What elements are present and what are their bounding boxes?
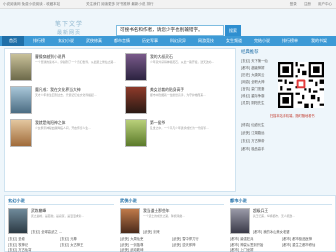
site-tip: 小说阅读网 免费小说阅读 - 收藏本站	[3, 2, 61, 6]
featured-more	[10, 153, 232, 189]
list-item[interactable]: [武侠] 逆天邪神	[172, 242, 224, 247]
list-item[interactable]: [都市] 最强狂兵	[230, 236, 282, 241]
nav-lishi[interactable]: 历史军事	[137, 36, 163, 46]
side-item[interactable]: [武侠] 江湖路远	[241, 130, 331, 135]
section-divider	[120, 204, 224, 205]
book-desc: 乱世之中，一个平凡少年逐步成长为一代侯爷…	[150, 126, 209, 130]
nav-dushi[interactable]: 都市言情	[109, 36, 135, 46]
side-item[interactable]: [科幻] 星际争霸	[241, 93, 275, 98]
nav-rank[interactable]: 排行榜	[27, 36, 51, 46]
list-item[interactable]: [玄幻] 圣墟	[8, 236, 60, 241]
login-link[interactable]: 登录	[290, 2, 297, 6]
section-divider	[8, 204, 114, 205]
nav-kehuan[interactable]: 科幻灵异	[165, 36, 191, 46]
site-logo[interactable]: 笔下文学 最新网页	[50, 19, 88, 37]
list-item[interactable]: [武侠] 武动乾坤	[120, 247, 172, 252]
main-nav: 首页 排行榜 玄幻小说 武侠修真 都市言情 历史军事 科幻灵异 网游竞技 女生频…	[0, 36, 336, 46]
side-item[interactable]: [网游] 全职大神	[241, 79, 275, 84]
list-item[interactable]: [都市] 上门龙婿	[230, 247, 282, 252]
book-cover[interactable]	[8, 208, 28, 234]
book-desc: 武之巅峰，是孤独，是寂寞，是漫漫求索…	[31, 214, 85, 218]
list-item[interactable]: [玄幻] 万古仙穹	[8, 247, 60, 252]
nav-xuanhuan[interactable]: 玄幻小说	[53, 36, 79, 46]
book-cover[interactable]	[10, 53, 32, 81]
side-title: 经典推荐	[241, 50, 259, 55]
top-links: 登录 注册 用户中心	[284, 2, 332, 7]
side-item[interactable]: [言情] 豪门宠妻	[241, 86, 275, 91]
side-item[interactable]: [玄幻] 万古神帝	[241, 138, 331, 143]
qr-caption: 扫描本站手机端，随时随地看书	[270, 114, 315, 118]
book-desc: 兵王归来，纵横都市，无人能敌…	[253, 214, 295, 218]
side-item[interactable]: [灵异] 阴阳先生	[241, 100, 275, 105]
book-desc: 一个普通的读书人，穿越到了一个奇幻世界，从此踏上修仙之路…	[35, 60, 117, 64]
qr-code-icon	[278, 62, 324, 108]
top-bar: 小说阅读网 免费小说阅读 - 收藏本站 关注我们 阅读更多 好书推荐 最新小说 …	[0, 0, 336, 9]
book-cover[interactable]	[125, 86, 147, 114]
list-item[interactable]: [玄幻] 太古神王	[60, 242, 112, 247]
section-divider	[230, 204, 332, 205]
header: 笔下文学 最新网页 可搜书名和作者，请您少字也别输错字。 搜索	[0, 9, 336, 37]
list-item[interactable]: [武侠] 大周仙吏	[120, 236, 172, 241]
nav-paihang[interactable]: 排行榜单	[277, 36, 303, 46]
book-cover[interactable]	[125, 119, 147, 147]
nav-wanjie[interactable]: 完结小说	[249, 36, 275, 46]
nav-home[interactable]: 首页	[2, 36, 24, 46]
nav-wuxia[interactable]: 武侠修真	[81, 36, 107, 46]
search-input[interactable]: 可搜书名和作者，请您少字也别输错字。	[116, 25, 224, 36]
list-item[interactable]: [都市] 都市极品医神	[282, 236, 334, 241]
book-desc: 都市中隐藏着一位绝世高手，为守护她而来…	[150, 93, 206, 97]
list-item[interactable]: [武侠] 剑来	[143, 229, 223, 234]
nav-nvsheng[interactable]: 女生频道	[221, 36, 247, 46]
book-cover[interactable]	[120, 208, 140, 234]
side-item[interactable]: [都市] 极品高手	[241, 146, 331, 151]
book-desc: 少女携带神秘血脉降临人间，开启传奇人生…	[35, 126, 91, 130]
search-button[interactable]: 搜索	[225, 25, 241, 36]
book-cover[interactable]	[230, 208, 250, 234]
book-cover[interactable]	[10, 86, 32, 114]
book-desc: 一个道士的成长之路，降妖除魔…	[143, 214, 185, 218]
book-desc: 少年意外获得神秘灵石，从此一路开挂，逆天改命…	[150, 60, 215, 64]
nav-wangyou[interactable]: 网游竞技	[193, 36, 219, 46]
book-cover[interactable]	[10, 119, 32, 147]
register-link[interactable]: 注册	[304, 2, 311, 6]
top-ticker[interactable]: 关注我们 阅读更多 好书推荐 最新小说 排行	[86, 2, 153, 7]
list-item[interactable]: [玄幻] 元尊	[60, 236, 112, 241]
list-item[interactable]: [都市] 我的冰山美女老婆	[253, 229, 333, 234]
side-item[interactable]: [玄幻] 天下第一仙	[241, 58, 275, 63]
book-cover[interactable]	[125, 53, 147, 81]
book-desc: 天才少年重生回到过去，凭借记忆在文化界崛起…	[35, 93, 97, 97]
list-item[interactable]: [武侠] 雪中悍刀行	[172, 236, 224, 241]
list-item[interactable]: [玄幻] 全球高武之 …	[31, 229, 111, 234]
side-item[interactable]: [修真] 仙道长生	[241, 122, 331, 127]
list-item[interactable]: [都市] 重生之都市修仙	[282, 242, 334, 247]
user-center-link[interactable]: 用户中心	[318, 2, 332, 6]
side-item[interactable]: [历史] 大唐风云	[241, 72, 275, 77]
nav-bookshelf[interactable]: 我的书架	[305, 36, 333, 46]
side-item[interactable]: [都市] 超级神婿	[241, 65, 275, 70]
qr-code	[278, 62, 324, 108]
